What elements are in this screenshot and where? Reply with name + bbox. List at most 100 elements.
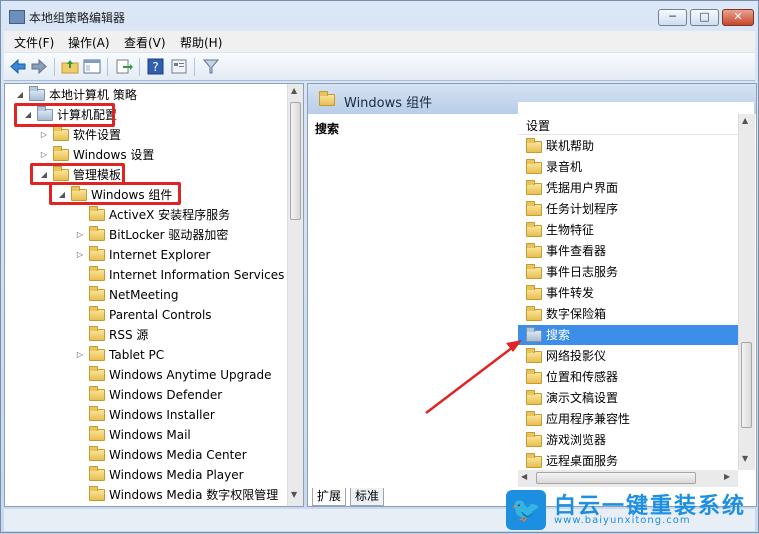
tree-item[interactable]: NetMeeting <box>5 286 285 304</box>
list-hscrollbar[interactable]: ◀ ▶ <box>518 470 738 487</box>
tree-item[interactable]: ActiveX 安装程序服务 <box>5 206 285 224</box>
tree-item[interactable]: Internet Information Services <box>5 266 285 284</box>
scroll-down-icon[interactable]: ▼ <box>291 490 297 499</box>
settings-list-item[interactable]: 搜索 <box>518 325 738 345</box>
expand-icon[interactable]: ▷ <box>75 226 85 244</box>
folder-icon <box>89 366 105 381</box>
settings-list-item[interactable]: 游戏浏览器 <box>518 430 738 450</box>
tree-item-label: BitLocker 驱动器加密 <box>109 228 229 242</box>
settings-list-item-label: 搜索 <box>546 328 571 342</box>
tree-item[interactable]: ▷ Windows 设置 <box>5 146 285 164</box>
column-header-settings[interactable]: 设置 <box>518 114 738 135</box>
settings-list-item[interactable]: 事件查看器 <box>518 241 738 261</box>
settings-list-item-label: 数字保险箱 <box>546 307 607 321</box>
scroll-up-icon[interactable]: ▲ <box>291 86 297 95</box>
folder-icon <box>526 285 542 300</box>
tree-item[interactable]: Windows Media Player <box>5 466 285 484</box>
show-hide-tree-icon[interactable] <box>83 58 101 75</box>
folder-icon <box>89 266 105 281</box>
tree-item-label: Windows Installer <box>109 408 215 422</box>
tab-extended[interactable]: 扩展 <box>312 488 347 506</box>
help-icon[interactable]: ? <box>147 58 165 75</box>
settings-list-item[interactable]: 位置和传感器 <box>518 367 738 387</box>
close-button[interactable]: ✕ <box>722 9 754 26</box>
export-icon[interactable] <box>115 58 133 75</box>
settings-list-item[interactable]: 应用程序兼容性 <box>518 409 738 429</box>
scroll-right-icon[interactable]: ▶ <box>724 472 730 481</box>
minimize-button[interactable]: ─ <box>658 9 687 26</box>
folder-icon <box>89 486 105 501</box>
tree-item-label: Windows Mail <box>109 428 191 442</box>
tree-item[interactable]: Windows Media 数字权限管理 <box>5 486 285 504</box>
forward-icon[interactable] <box>30 58 48 75</box>
tree-item-label: Windows Media Center <box>109 448 247 462</box>
tree-pane[interactable]: ◢ 本地计算机 策略 ◢ 计算机配置 ▷ 软件设置 ▷ Windows 设置 ◢ 管理模板 ◢ Win… <box>4 83 304 507</box>
expand-icon[interactable]: ▷ <box>39 126 49 144</box>
window-title: 本地组策略编辑器 <box>29 11 126 25</box>
settings-list-item[interactable]: 演示文稿设置 <box>518 388 738 408</box>
tree-item[interactable]: ▷ 软件设置 <box>5 126 285 144</box>
tree-item[interactable]: Windows Media Center <box>5 446 285 464</box>
tree-item[interactable]: Windows Installer <box>5 406 285 424</box>
tree-item[interactable]: ◢ 本地计算机 策略 <box>5 86 285 104</box>
scroll-left-icon[interactable]: ◀ <box>521 472 527 481</box>
menu-action[interactable]: 操作(A) <box>68 34 110 51</box>
folder-icon <box>89 226 105 241</box>
folder-icon <box>89 306 105 321</box>
folder-icon <box>89 446 105 461</box>
tree-item-label: Parental Controls <box>109 308 212 322</box>
settings-list-item-label: 凭据用户界面 <box>546 181 619 195</box>
svg-text:?: ? <box>152 60 158 74</box>
settings-list-item[interactable]: 事件日志服务 <box>518 262 738 282</box>
hscroll-thumb[interactable] <box>536 472 696 484</box>
expand-icon[interactable]: ▷ <box>75 246 85 264</box>
tree-item[interactable]: Windows Mail <box>5 426 285 444</box>
tree-item-label: RSS 源 <box>109 328 149 342</box>
scroll-up-icon[interactable]: ▲ <box>742 116 748 125</box>
tree-item[interactable]: ▷ BitLocker 驱动器加密 <box>5 226 285 244</box>
menu-file[interactable]: 文件(F) <box>14 34 54 51</box>
scroll-down-icon[interactable]: ▼ <box>742 454 748 463</box>
folder-icon <box>53 146 69 161</box>
settings-list[interactable]: 设置 联机帮助录音机凭据用户界面任务计划程序 生物特征 事件查看器事件日志服务事件转… <box>518 102 755 488</box>
tree-item[interactable]: RSS 源 <box>5 326 285 344</box>
tab-standard[interactable]: 标准 <box>350 488 385 506</box>
settings-list-item[interactable]: 凭据用户界面 <box>518 178 738 198</box>
settings-list-item[interactable]: 录音机 <box>518 157 738 177</box>
filter-icon[interactable] <box>202 58 220 75</box>
tree-item[interactable]: ▷ Internet Explorer <box>5 246 285 264</box>
tree-item[interactable]: Windows Defender <box>5 386 285 404</box>
tree-scroll-thumb[interactable] <box>290 102 301 220</box>
settings-list-item[interactable]: 联机帮助 <box>518 136 738 156</box>
view-tabs: 扩展 标准 <box>308 488 508 506</box>
settings-list-item[interactable]: 事件转发 <box>518 283 738 303</box>
menu-view[interactable]: 查看(V) <box>124 34 166 51</box>
tree-item[interactable]: Windows Anytime Upgrade <box>5 366 285 384</box>
settings-list-item-label: 应用程序兼容性 <box>546 412 631 426</box>
menu-help[interactable]: 帮助(H) <box>180 34 222 51</box>
expand-icon[interactable]: ▷ <box>75 346 85 364</box>
back-icon[interactable] <box>9 58 27 75</box>
maximize-button[interactable]: □ <box>690 9 719 26</box>
list-scrollbar[interactable]: ▲ ▼ <box>738 114 755 470</box>
title-bar[interactable]: 本地组策略编辑器 ─ □ ✕ <box>1 1 758 31</box>
list-scroll-thumb[interactable] <box>741 342 752 428</box>
settings-list-item[interactable]: 生物特征 <box>518 220 738 240</box>
settings-list-item-label: 录音机 <box>546 160 583 174</box>
expand-icon[interactable]: ▷ <box>39 146 49 164</box>
properties-icon[interactable] <box>170 58 188 75</box>
collapse-icon[interactable]: ◢ <box>15 86 25 104</box>
settings-list-item[interactable]: 任务计划程序 <box>518 199 738 219</box>
tree-item-label: ActiveX 安装程序服务 <box>109 208 231 222</box>
toolbar: ? <box>4 53 755 81</box>
tree-item[interactable]: Parental Controls <box>5 306 285 324</box>
settings-list-item-label: 事件日志服务 <box>546 265 619 279</box>
up-folder-icon[interactable] <box>61 58 79 75</box>
settings-list-item[interactable]: 网络投影仪 <box>518 346 738 366</box>
highlight-computer-config <box>14 103 115 127</box>
folder-icon <box>89 346 105 361</box>
tree-item[interactable]: ▷ Tablet PC <box>5 346 285 364</box>
tree-scrollbar[interactable]: ▲ ▼ <box>287 84 303 506</box>
settings-list-item[interactable]: 数字保险箱 <box>518 304 738 324</box>
settings-list-item[interactable]: 远程桌面服务 <box>518 451 738 471</box>
